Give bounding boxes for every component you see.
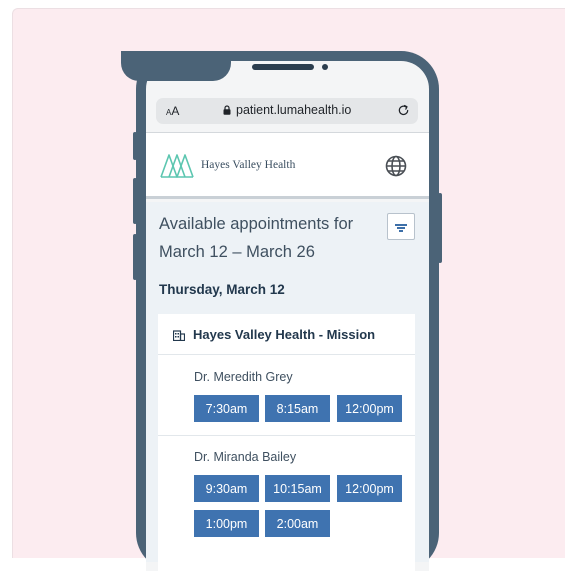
time-slot-button[interactable]: 2:00am bbox=[265, 510, 330, 537]
location-header: Hayes Valley Health - Mission bbox=[158, 314, 415, 355]
globe-icon[interactable] bbox=[385, 155, 407, 177]
url-text[interactable]: patient.lumahealth.io bbox=[236, 103, 351, 117]
time-slot-button[interactable]: 9:30am bbox=[194, 475, 259, 502]
time-slot-button[interactable]: 12:00pm bbox=[337, 475, 402, 502]
filter-icon-line bbox=[399, 230, 403, 232]
lock-icon bbox=[223, 105, 231, 115]
text-size-button[interactable]: AA bbox=[166, 104, 179, 118]
appointments-content: Available appointments for March 12 – Ma… bbox=[146, 202, 429, 574]
provider-name: Dr. Miranda Bailey bbox=[194, 450, 297, 464]
date-heading: Thursday, March 12 bbox=[159, 282, 285, 297]
phone-speaker bbox=[252, 64, 314, 70]
app-header: Hayes Valley Health bbox=[146, 133, 429, 199]
page-title-line2: March 12 – March 26 bbox=[159, 243, 315, 261]
time-slot-button[interactable]: 12:00pm bbox=[337, 395, 402, 422]
page-title-line1: Available appointments for bbox=[159, 215, 354, 233]
time-slot-button[interactable]: 8:15am bbox=[265, 395, 330, 422]
brand-name: Hayes Valley Health bbox=[201, 159, 296, 171]
phone-camera bbox=[322, 64, 328, 70]
filter-button[interactable] bbox=[387, 213, 415, 240]
location-name: Hayes Valley Health - Mission bbox=[193, 327, 376, 342]
provider-divider bbox=[158, 435, 415, 436]
time-slot-button[interactable]: 1:00pm bbox=[194, 510, 259, 537]
reload-icon[interactable] bbox=[397, 103, 410, 117]
provider-name: Dr. Meredith Grey bbox=[194, 370, 293, 384]
time-slot-button[interactable]: 10:15am bbox=[265, 475, 330, 502]
filter-icon bbox=[395, 224, 407, 226]
filter-icon-line bbox=[397, 227, 405, 229]
browser-url-bar[interactable]: AA patient.lumahealth.io bbox=[156, 98, 418, 124]
building-icon bbox=[173, 330, 185, 341]
time-slot-button[interactable]: 7:30am bbox=[194, 395, 259, 422]
brand-logo-icon[interactable] bbox=[160, 152, 194, 178]
page-title: Available appointments for March 12 – Ma… bbox=[159, 210, 369, 266]
location-panel: Hayes Valley Health - Mission Dr. Meredi… bbox=[158, 314, 415, 574]
phone-notch bbox=[121, 51, 231, 81]
